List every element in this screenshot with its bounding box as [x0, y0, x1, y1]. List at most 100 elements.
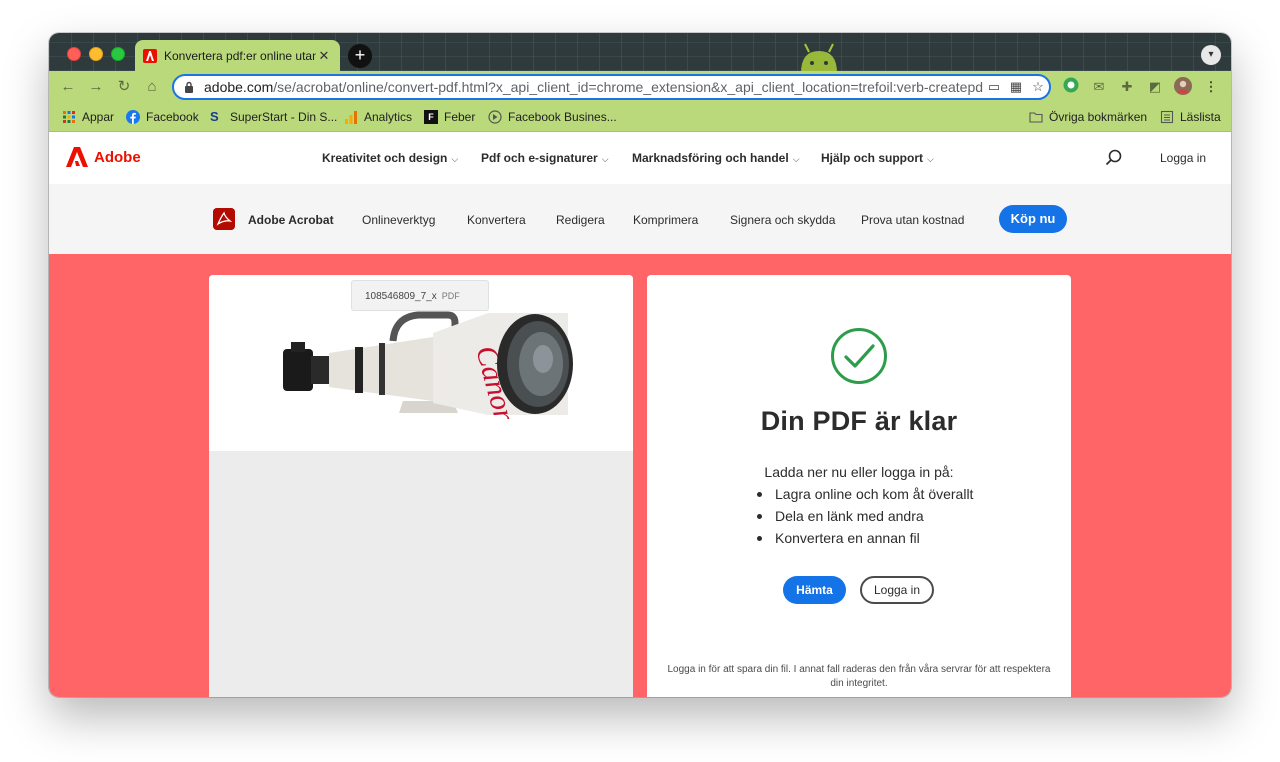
chevron-down-icon: ⌵ — [451, 154, 459, 164]
menu-kreativitet[interactable]: Kreativitet och design ⌵ — [322, 151, 458, 165]
forward-icon[interactable]: → — [87, 78, 105, 96]
adobe-favicon-icon — [143, 48, 157, 63]
tab-strip: Konvertera pdf:er online utan k ✕ + ▾ — [49, 33, 1231, 73]
list-item: Konvertera en annan fil — [751, 527, 973, 549]
zoom-window-button[interactable] — [111, 47, 125, 61]
list-item: Dela en länk med andra — [751, 505, 973, 527]
chevron-down-icon: ⌵ — [792, 154, 800, 164]
pdf-preview[interactable]: Canon 108546809_7_x PDF — [209, 275, 633, 451]
subnav-konvertera[interactable]: Konvertera — [467, 213, 526, 227]
buy-now-button[interactable]: Köp nu — [999, 205, 1067, 233]
facebook-icon — [126, 110, 140, 124]
subnav-signera[interactable]: Signera och skydda — [730, 213, 835, 227]
mail-extension-icon[interactable]: ✉ — [1089, 77, 1109, 97]
profile-avatar[interactable] — [1173, 77, 1193, 97]
web-page: Adobe Kreativitet och design ⌵ Pdf och e-… — [49, 132, 1231, 697]
analytics-icon — [345, 111, 357, 124]
bookmark-label: Feber — [444, 110, 476, 124]
feber-icon: F — [424, 110, 438, 124]
menu-label: Pdf och e-signaturer — [481, 151, 598, 165]
privacy-disclaimer: Logga in för att spara din fil. I annat … — [667, 664, 1051, 689]
folder-icon — [1029, 112, 1043, 123]
conversion-area: Canon 108546809_7_x PDF Din PDF är klar … — [49, 254, 1231, 697]
subnav-prova[interactable]: Prova utan kostnad — [861, 213, 964, 227]
adobe-logo[interactable]: Adobe — [66, 147, 141, 167]
bookmarks-bar: Appar Facebook S SuperStart - Din S... A… — [49, 103, 1231, 132]
file-type-label: PDF — [441, 291, 460, 301]
url-host: adobe.com — [204, 79, 274, 95]
file-name: 108546809_7_x — [365, 291, 437, 302]
menu-pdf[interactable]: Pdf och e-signaturer ⌵ — [481, 151, 609, 165]
menu-hjalp[interactable]: Hjälp och support ⌵ — [821, 151, 934, 165]
extension-green-icon[interactable] — [1061, 77, 1081, 97]
bookmark-feber[interactable]: F Feber — [424, 110, 475, 124]
qr-code-icon[interactable]: ▦ — [1005, 79, 1027, 95]
lens-image: Canon — [283, 311, 573, 419]
minimize-window-button[interactable] — [89, 47, 103, 61]
bookmark-label: Analytics — [364, 110, 413, 124]
success-check-icon — [831, 328, 887, 384]
reading-list-icon — [1160, 110, 1174, 124]
menu-label: Kreativitet och design — [322, 151, 448, 165]
acrobat-product-name[interactable]: Adobe Acrobat — [248, 213, 334, 227]
puzzle-extensions-icon[interactable]: ✚ — [1117, 77, 1137, 97]
list-item: Lagra online och kom åt överallt — [751, 483, 973, 505]
adobe-brand: Adobe — [94, 148, 141, 166]
subnav-komprimera[interactable]: Komprimera — [633, 213, 698, 227]
file-name-chip: 108546809_7_x PDF — [351, 280, 489, 311]
tab-title: Konvertera pdf:er online utan k — [164, 48, 316, 63]
lock-icon — [185, 81, 193, 93]
android-theme-icon — [801, 43, 837, 73]
download-button[interactable]: Hämta — [783, 576, 846, 604]
browser-toolbar: ← → ↻ ⌂ adobe.com/se/acrobat/online/conv… — [49, 71, 1231, 103]
url-path: /se/acrobat/online/convert-pdf.html?x_ap… — [273, 79, 983, 95]
facebook-business-icon — [488, 110, 502, 124]
browser-menu-icon[interactable]: ⋮ — [1201, 77, 1221, 97]
bookmark-other-label: Övriga bokmärken — [1049, 110, 1148, 124]
menu-label: Marknadsföring och handel — [632, 151, 789, 165]
bookmark-facebook[interactable]: Facebook — [126, 110, 199, 124]
chevron-down-icon: ⌵ — [927, 154, 934, 164]
back-icon[interactable]: ← — [59, 78, 77, 96]
bookmark-star-icon[interactable]: ☆ — [1027, 79, 1049, 95]
cast-icon[interactable]: ◩ — [1145, 77, 1165, 97]
bookmark-other[interactable]: Övriga bokmärken — [1029, 110, 1147, 124]
bookmark-apps[interactable]: Appar — [62, 110, 114, 124]
bookmark-label: Facebook — [146, 110, 199, 124]
address-bar[interactable]: adobe.com/se/acrobat/online/convert-pdf.… — [172, 74, 1051, 100]
close-window-button[interactable] — [67, 47, 81, 61]
bookmark-analytics[interactable]: Analytics — [344, 110, 412, 124]
reload-icon[interactable]: ↻ — [115, 78, 133, 96]
reading-list[interactable]: Läslista — [1160, 110, 1221, 124]
subnav-onlineverktyg[interactable]: Onlineverktyg — [362, 213, 435, 227]
file-preview-card: Canon 108546809_7_x PDF — [209, 275, 633, 697]
login-link[interactable]: Logga in — [1160, 151, 1206, 165]
subnav-redigera[interactable]: Redigera — [556, 213, 605, 227]
cast-device-icon[interactable]: ▭ — [983, 79, 1005, 95]
tab-search-icon[interactable]: ▾ — [1201, 45, 1221, 65]
tab-active[interactable]: Konvertera pdf:er online utan k ✕ — [135, 40, 340, 71]
acrobat-icon[interactable] — [213, 208, 235, 230]
bookmark-facebook-business[interactable]: Facebook Busines... — [488, 110, 617, 124]
bookmark-superstart[interactable]: S SuperStart - Din S... — [210, 109, 338, 125]
superstart-icon: S — [210, 109, 219, 124]
adobe-mark-icon — [66, 147, 88, 167]
result-title: Din PDF är klar — [760, 406, 958, 436]
new-tab-button[interactable]: + — [348, 44, 372, 68]
reading-list-label: Läslista — [1180, 110, 1221, 124]
menu-label: Hjälp och support — [821, 151, 923, 165]
home-icon[interactable]: ⌂ — [143, 78, 161, 96]
search-icon[interactable] — [1105, 149, 1122, 166]
browser-window: Konvertera pdf:er online utan k ✕ + ▾ ← … — [49, 33, 1231, 697]
menu-marknadsforing[interactable]: Marknadsföring och handel ⌵ — [632, 151, 800, 165]
url-text: adobe.com/se/acrobat/online/convert-pdf.… — [204, 79, 983, 95]
benefits-list: Lagra online och kom åt överallt Dela en… — [751, 483, 973, 549]
chevron-down-icon: ⌵ — [601, 154, 609, 164]
tab-close-icon[interactable]: ✕ — [316, 48, 332, 64]
global-nav: Adobe Kreativitet och design ⌵ Pdf och e-… — [49, 132, 1231, 184]
login-button[interactable]: Logga in — [860, 576, 934, 604]
bookmark-label: Facebook Busines... — [508, 110, 617, 124]
acrobat-subnav: Adobe Acrobat Onlineverktyg Konvertera R… — [49, 184, 1231, 254]
apps-grid-icon — [63, 111, 75, 123]
bookmark-label: SuperStart - Din S... — [230, 110, 338, 124]
